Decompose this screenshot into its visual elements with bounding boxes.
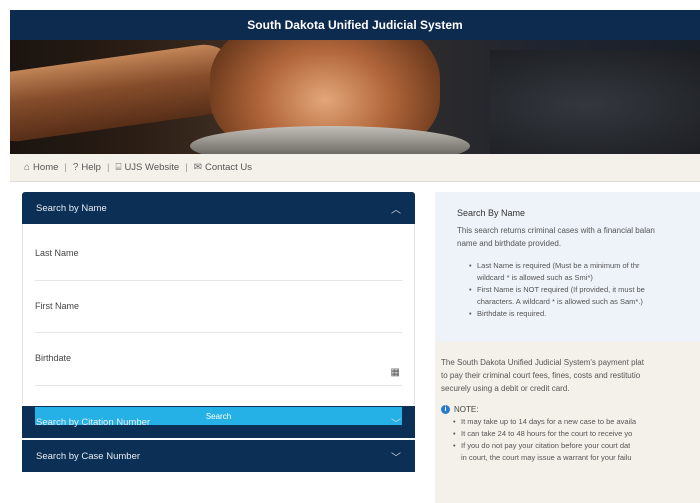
info-text-line: name and birthdate provided. [457, 239, 562, 248]
first-name-input[interactable] [35, 317, 402, 333]
birthdate-input[interactable] [35, 369, 402, 386]
info-panel: Search By Name This search returns crimi… [435, 192, 700, 503]
nav-ujs-website-link[interactable]: ⌸ UJS Website [115, 162, 179, 173]
notes-list: It may take up to 14 days for a new case… [441, 416, 700, 464]
nav-help-link[interactable]: ? Help [73, 162, 101, 173]
note-label: NOTE: [454, 405, 479, 414]
last-name-input[interactable] [35, 264, 402, 281]
last-name-label: Last Name [35, 248, 79, 258]
payment-text-line: to pay their criminal court fees, fines,… [441, 371, 641, 380]
requirement-item-continued: characters. A wildcard * is allowed such… [477, 297, 643, 306]
home-icon: ⌂ [24, 162, 31, 173]
gavel-handle-shape [10, 40, 244, 146]
top-navigation: ⌂ Home | ? Help | ⌸ UJS Website | ✉ Cont… [10, 154, 700, 182]
info-icon: i [441, 405, 450, 414]
note-item: It may take up to 14 days for a new case… [453, 416, 700, 428]
calendar-icon[interactable]: ▦ [391, 367, 400, 378]
note-heading: i NOTE: [441, 405, 700, 414]
requirement-item: First Name is NOT required (If provided,… [469, 284, 700, 296]
site-title: South Dakota Unified Judicial System [247, 18, 463, 32]
search-panel: Search by Name ︿ Last Name First Name Bi… [22, 192, 415, 472]
info-title: Search By Name [457, 208, 526, 218]
nav-ujs-website-label: UJS Website [124, 162, 180, 173]
birthdate-label: Birthdate [35, 353, 72, 363]
payment-info-box: The South Dakota Unified Judicial System… [435, 342, 700, 503]
nav-contact-link[interactable]: ✉ Contact Us [194, 162, 252, 173]
birthdate-row: ▦ [35, 367, 402, 406]
requirement-item-continued: wildcard * is allowed such as Smi*) [477, 273, 593, 282]
accordion-search-by-case-label: Search by Case Number [36, 450, 141, 462]
note-item: If you do not pay your citation before y… [453, 440, 700, 452]
accordion-search-by-citation-label: Search by Citation Number [36, 416, 151, 428]
courthouse-icon: ⌸ [115, 162, 122, 173]
payment-text-line: securely using a debit or credit card. [441, 384, 570, 393]
payment-text-line: The South Dakota Unified Judicial System… [441, 358, 644, 367]
info-text-line: This search returns criminal cases with … [457, 226, 655, 235]
contact-icon: ✉ [193, 162, 203, 173]
requirement-item: Last Name is required (Must be a minimum… [469, 260, 700, 272]
nav-home-label: Home [33, 162, 59, 173]
search-by-name-form: Last Name First Name Birthdate ▦ Search [22, 224, 415, 425]
accordion-search-by-name[interactable]: Search by Name ︿ [22, 192, 415, 224]
nav-divider: | [64, 162, 67, 173]
hero-background-shape [490, 50, 700, 154]
requirements-list: Last Name is required (Must be a minimum… [457, 260, 700, 320]
nav-help-label: Help [81, 162, 101, 173]
requirement-item: Birthdate is required. [469, 308, 700, 320]
note-item-continued: in court, the court may issue a warrant … [461, 453, 632, 462]
accordion-search-by-name-label: Search by Name [36, 202, 107, 214]
chevron-up-icon[interactable]: ︿ [391, 201, 401, 216]
nav-divider: | [106, 162, 110, 173]
nav-home-link[interactable]: ⌂ Home [24, 162, 58, 173]
search-info-box: Search By Name This search returns crimi… [435, 192, 700, 342]
help-icon: ? [72, 162, 79, 173]
note-item: It can take 24 to 48 hours for the court… [453, 428, 700, 440]
nav-divider: | [185, 162, 188, 173]
nav-contact-label: Contact Us [205, 162, 253, 173]
chevron-down-icon[interactable]: ﹀ [391, 415, 401, 430]
first-name-label: First Name [35, 300, 80, 311]
chevron-down-icon[interactable]: ﹀ [391, 449, 401, 464]
accordion-search-by-case[interactable]: Search by Case Number ﹀ [22, 440, 415, 472]
site-header: South Dakota Unified Judicial System [10, 10, 700, 40]
hero-banner-image [10, 40, 700, 154]
